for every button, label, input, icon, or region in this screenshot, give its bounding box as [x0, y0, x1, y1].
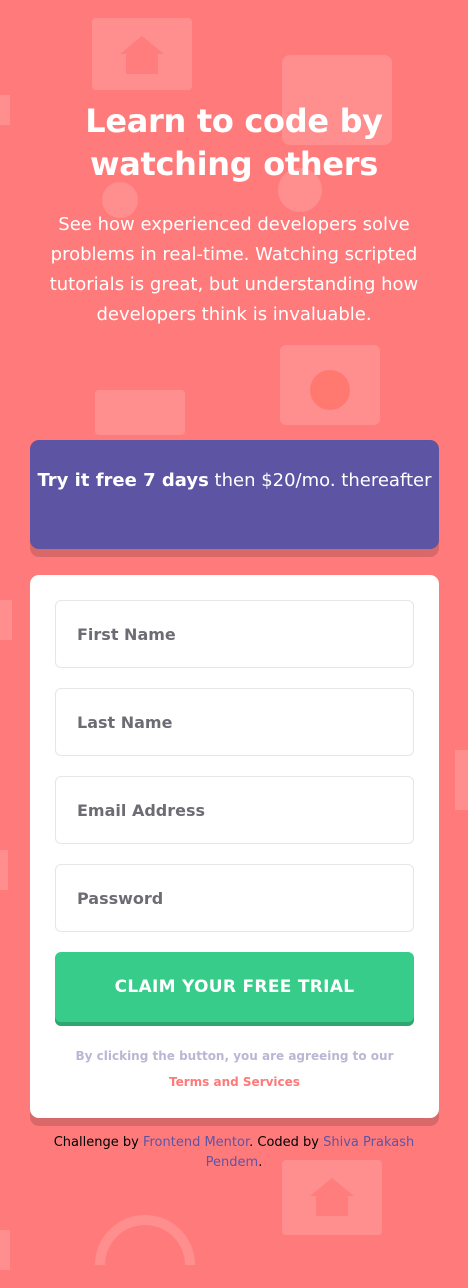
- frame-icon: [92, 18, 192, 90]
- toolbox-icon: [280, 345, 380, 425]
- gear-icon: [310, 370, 350, 410]
- attribution-prefix: Challenge by: [53, 1135, 143, 1150]
- first-name-field[interactable]: First Name: [55, 600, 414, 668]
- promo-highlight: Try it free 7 days: [37, 470, 209, 491]
- headphones-icon: [95, 1215, 195, 1266]
- terms-link[interactable]: Terms and Services: [55, 1069, 414, 1095]
- promo-banner: Try it free 7 days then $20/mo. thereaft…: [30, 440, 439, 549]
- attribution: Challenge by Frontend Mentor. Coded by S…: [30, 1133, 438, 1173]
- page-title: Learn to code by watching others: [85, 102, 383, 183]
- pencil-icon: [95, 390, 185, 435]
- terms-prefix: By clicking the button, you are agreeing…: [75, 1049, 394, 1063]
- password-field[interactable]: Password: [55, 864, 414, 932]
- frontend-mentor-link[interactable]: Frontend Mentor: [143, 1135, 249, 1150]
- attribution-suffix: .: [258, 1155, 263, 1170]
- promo-price-text: then $20/mo. thereafter: [208, 470, 432, 491]
- hero-description: See how experienced developers solve pro…: [49, 214, 419, 325]
- terms-notice: By clicking the button, you are agreeing…: [55, 1043, 414, 1095]
- email-field[interactable]: Email Address: [55, 776, 414, 844]
- signup-form: First Name Last Name Email Address Passw…: [30, 575, 439, 1118]
- attribution-middle: . Coded by: [249, 1135, 324, 1150]
- last-name-field[interactable]: Last Name: [55, 688, 414, 756]
- claim-trial-button[interactable]: CLAIM YOUR FREE TRIAL: [55, 952, 414, 1022]
